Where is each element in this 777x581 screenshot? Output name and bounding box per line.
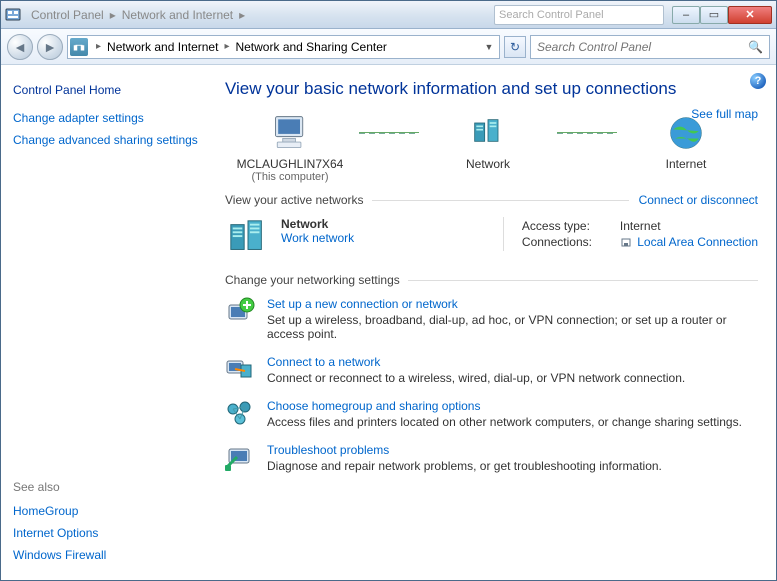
refresh-button[interactable]: ↻: [504, 36, 526, 58]
titlebar-crumb-1: Control Panel: [27, 8, 108, 22]
task-connect-network: Connect to a network Connect or reconnec…: [225, 355, 758, 385]
task-setup-desc: Set up a wireless, broadband, dial-up, a…: [267, 313, 758, 341]
close-button[interactable]: ✕: [728, 6, 772, 24]
setup-connection-icon: [225, 297, 255, 325]
task-connect-desc: Connect or reconnect to a wireless, wire…: [267, 371, 685, 385]
connect-disconnect-link[interactable]: Connect or disconnect: [629, 193, 758, 207]
task-setup-link[interactable]: Set up a new connection or network: [267, 297, 758, 311]
map-computer-label: MCLAUGHLIN7X64: [237, 157, 344, 171]
search-icon: 🔍: [748, 40, 763, 54]
chevron-right-icon: ▸: [220, 41, 233, 52]
address-bar[interactable]: ▸ Network and Internet ▸ Network and Sha…: [67, 35, 500, 59]
see-also-header: See also: [13, 480, 199, 494]
sidebar-link-adapter[interactable]: Change adapter settings: [13, 111, 199, 125]
task-homegroup: Choose homegroup and sharing options Acc…: [225, 399, 758, 429]
main-content: ? View your basic network information an…: [211, 65, 776, 580]
search-input[interactable]: [537, 40, 748, 54]
breadcrumb-seg-1[interactable]: Network and Internet: [105, 40, 220, 54]
active-network-name: Network: [281, 217, 354, 231]
map-network-label: Network: [466, 157, 510, 171]
map-computer-sublabel: (This computer): [251, 171, 328, 183]
map-connector-icon: [557, 132, 617, 134]
seealso-windows-firewall[interactable]: Windows Firewall: [13, 548, 199, 562]
task-homegroup-link[interactable]: Choose homegroup and sharing options: [267, 399, 742, 413]
connection-link[interactable]: Local Area Connection: [637, 235, 758, 249]
search-box[interactable]: 🔍: [530, 35, 770, 59]
titlebar-crumb-2: Network and Internet: [118, 8, 237, 22]
titlebar[interactable]: Control Panel ▸ Network and Internet ▸ S…: [1, 1, 776, 29]
active-networks-header: View your active networks Connect or dis…: [225, 193, 758, 207]
see-full-map-link[interactable]: See full map: [691, 107, 758, 121]
map-node-network[interactable]: Network: [423, 113, 553, 183]
computer-icon: [268, 113, 312, 153]
map-node-computer[interactable]: MCLAUGHLIN7X64 (This computer): [225, 113, 355, 183]
control-panel-home-link[interactable]: Control Panel Home: [13, 83, 199, 97]
active-networks-label: View your active networks: [225, 193, 364, 207]
nav-forward-button[interactable]: ►: [37, 34, 63, 60]
network-icon: [466, 113, 510, 153]
connect-network-icon: [225, 355, 255, 383]
connections-label: Connections:: [522, 235, 612, 249]
network-type-icon: [225, 217, 271, 259]
control-panel-icon: [5, 7, 21, 23]
ethernet-icon: [620, 237, 632, 249]
nav-back-button[interactable]: ◄: [7, 34, 33, 60]
task-homegroup-desc: Access files and printers located on oth…: [267, 415, 742, 429]
chevron-right-icon: ▸: [92, 41, 105, 52]
help-icon[interactable]: ?: [750, 73, 766, 89]
window-frame: Control Panel ▸ Network and Internet ▸ S…: [0, 0, 777, 581]
active-network-type-link[interactable]: Work network: [281, 231, 354, 245]
chevron-right-icon: ▸: [108, 8, 118, 22]
map-node-internet[interactable]: Internet: [621, 113, 751, 183]
change-settings-label: Change your networking settings: [225, 273, 400, 287]
seealso-homegroup[interactable]: HomeGroup: [13, 504, 199, 518]
seealso-internet-options[interactable]: Internet Options: [13, 526, 199, 540]
homegroup-icon: [225, 399, 255, 427]
breadcrumb-seg-2[interactable]: Network and Sharing Center: [233, 40, 388, 54]
access-type-value: Internet: [620, 219, 661, 233]
navbar: ◄ ► ▸ Network and Internet ▸ Network and…: [1, 29, 776, 65]
network-map: See full map MCLAUGHLIN7X64 (This comput…: [225, 113, 758, 183]
task-setup-connection: Set up a new connection or network Set u…: [225, 297, 758, 341]
maximize-button[interactable]: ▭: [700, 6, 728, 24]
task-connect-link[interactable]: Connect to a network: [267, 355, 685, 369]
page-heading: View your basic network information and …: [225, 79, 758, 99]
address-dropdown-button[interactable]: ▼: [481, 42, 497, 52]
task-troubleshoot-desc: Diagnose and repair network problems, or…: [267, 459, 662, 473]
task-troubleshoot: Troubleshoot problems Diagnose and repai…: [225, 443, 758, 473]
sidebar-link-advanced-sharing[interactable]: Change advanced sharing settings: [13, 133, 199, 147]
network-center-icon: [70, 38, 88, 56]
minimize-button[interactable]: –: [672, 6, 700, 24]
chevron-right-icon: ▸: [237, 8, 247, 22]
task-troubleshoot-link[interactable]: Troubleshoot problems: [267, 443, 662, 457]
troubleshoot-icon: [225, 443, 255, 471]
map-internet-label: Internet: [666, 157, 707, 171]
access-type-label: Access type:: [522, 219, 612, 233]
titlebar-search-ghost: Search Control Panel: [494, 5, 664, 25]
sidebar: Control Panel Home Change adapter settin…: [1, 65, 211, 580]
change-settings-header: Change your networking settings: [225, 273, 758, 287]
map-connector-icon: [359, 132, 419, 134]
